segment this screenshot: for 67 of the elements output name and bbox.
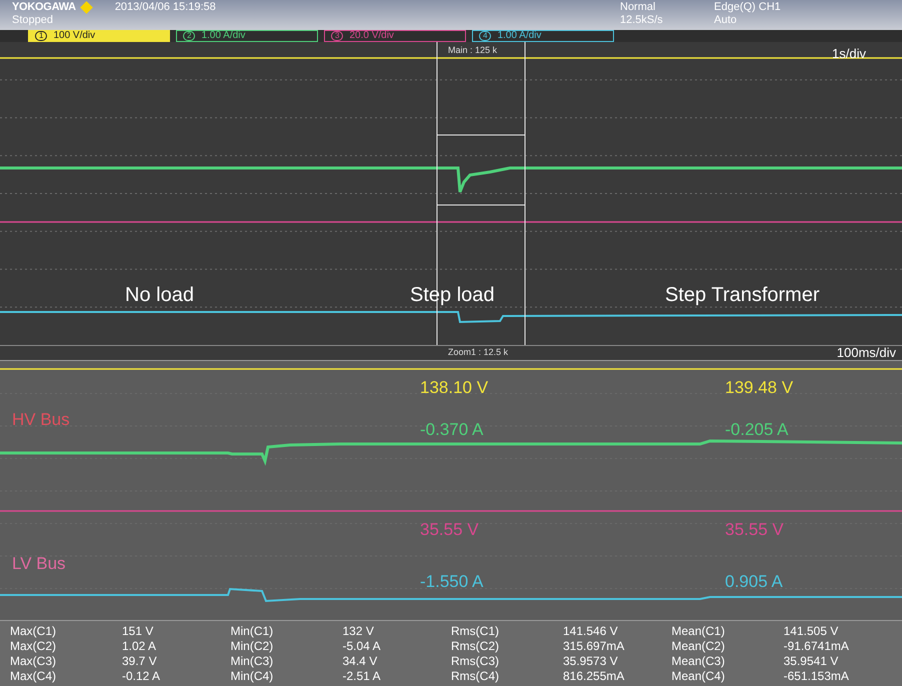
zoom-timebase: 100ms/div (836, 344, 896, 362)
measurement-label: Max(C4) (10, 669, 58, 684)
measurement-value: 315.697mA (563, 639, 624, 654)
channel-scale-tab[interactable]: 3 20.0 V/div (324, 30, 466, 42)
measurement-value: -5.04 A (342, 639, 381, 654)
measurement-value: 141.546 V (563, 624, 618, 639)
measurement-value: 1.02 A (122, 639, 156, 654)
channel-reading: 138.10 V (420, 377, 488, 399)
channel-scale-tab[interactable]: 4 1.00 A/div (472, 30, 614, 42)
measurement-label: Mean(C4) (672, 669, 726, 684)
channel-reading: 139.48 V (725, 377, 794, 399)
measurement-label: Max(C2) (10, 639, 58, 654)
load-annotation: Step Transformer (665, 283, 820, 308)
measurement-label: Rms(C3) (451, 654, 500, 669)
measurement-label: Min(C2) (230, 639, 274, 654)
measurement-value: -0.12 A (122, 669, 160, 684)
channel-number: 3 (331, 31, 344, 41)
measurement-value: 141.505 V (784, 624, 838, 639)
channel-reading: -1.550 A (420, 571, 484, 593)
channel-number: 2 (183, 31, 196, 41)
channel-number: 1 (35, 31, 48, 41)
channel-reading: -0.370 A (420, 419, 484, 441)
measurement-value: 35.9573 V (563, 654, 618, 669)
channel-scale: 100 V/div (53, 31, 96, 41)
measurement-value: -91.6741mA (784, 639, 849, 654)
main-zoom-label: Main : 125 k (448, 44, 498, 57)
measurement-label: Rms(C4) (451, 669, 500, 684)
trigger-source: Edge(Q) CH1 (714, 1, 781, 14)
measurement-label: Max(C3) (10, 654, 58, 669)
channel-reading: -0.205 A (725, 419, 788, 441)
brand-logo: YOKOGAWA (12, 1, 76, 14)
measurement-label: Min(C1) (230, 624, 274, 639)
trigger-mode: Normal (620, 1, 656, 14)
measurement-label: Mean(C2) (672, 639, 726, 654)
measurement-label: Mean(C1) (672, 624, 726, 639)
sample-rate: 12.5kS/s (620, 14, 664, 27)
acquisition-status: Stopped (12, 14, 54, 27)
measurement-value: 35.9541 V (784, 654, 838, 669)
main-timebase: 1s/div (832, 45, 866, 63)
measurement-label: Rms(C2) (451, 639, 500, 654)
measurement-value: 34.4 V (342, 654, 378, 669)
measurement-value: -2.51 A (342, 669, 381, 684)
measurement-value: 132 V (342, 624, 374, 639)
channel-scale: 1.00 A/div (201, 31, 246, 41)
channel-reading: 35.55 V (420, 519, 479, 541)
measurement-label: Mean(C3) (672, 654, 726, 669)
measurement-label: Min(C3) (230, 654, 274, 669)
channel-number: 4 (479, 31, 492, 41)
channel-scale: 20.0 V/div (349, 31, 394, 41)
channel-scale-tab[interactable]: 1 100 V/div (28, 30, 170, 42)
measurement-value: 816.255mA (563, 669, 624, 684)
channel-scale: 1.00 A/div (497, 31, 542, 41)
channel-reading: 0.905 A (725, 571, 783, 593)
bus-label: LV Bus (12, 553, 66, 575)
channel-scale-tab[interactable]: 2 1.00 A/div (176, 30, 318, 42)
trigger-sweep: Auto (714, 14, 738, 27)
bus-label: HV Bus (12, 409, 70, 431)
measurement-value: 39.7 V (122, 654, 157, 669)
measurement-value: 151 V (122, 624, 154, 639)
timestamp: 2013/04/06 15:19:58 (114, 1, 216, 14)
measurement-value: -651.153mA (784, 669, 849, 684)
channel-reading: 35.55 V (725, 519, 784, 541)
measurement-label: Max(C1) (10, 624, 58, 639)
measurement-label: Min(C4) (230, 669, 274, 684)
zoom-ratio-label: Zoom1 : 12.5 k (448, 346, 508, 360)
load-annotation: No load (125, 283, 194, 308)
measurement-label: Rms(C1) (451, 624, 500, 639)
